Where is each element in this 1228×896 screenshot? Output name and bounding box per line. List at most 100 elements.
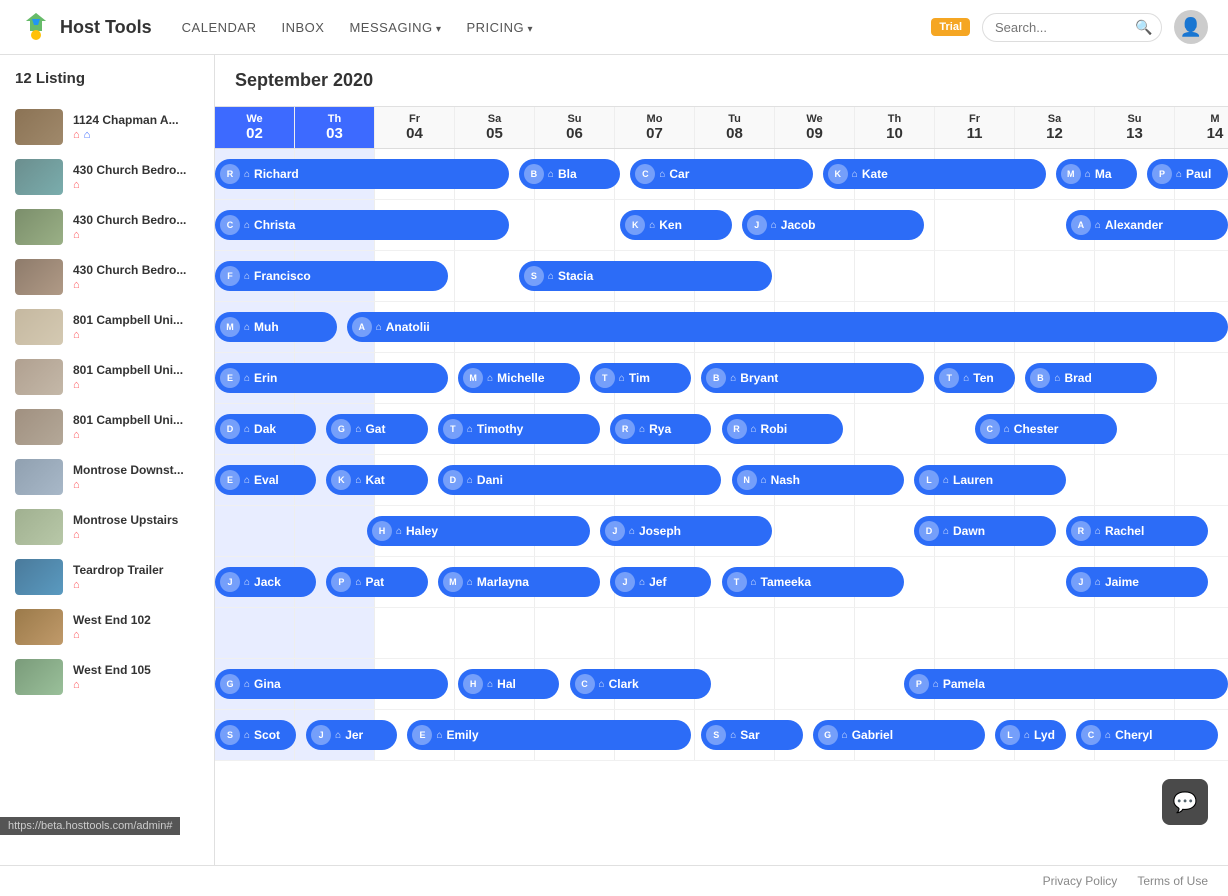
airbnb-icon: ⌂ <box>629 526 635 537</box>
booking-brad[interactable]: B ⌂ Brad <box>1025 363 1157 393</box>
nav-pricing[interactable]: PRICING <box>467 15 533 40</box>
booking-name: Ten <box>973 371 993 385</box>
booking-bla[interactable]: B ⌂ Bla <box>519 159 620 189</box>
booking-jack[interactable]: J ⌂ Jack <box>215 567 316 597</box>
day-col-sun2: Su 13 <box>1095 107 1175 148</box>
privacy-link[interactable]: Privacy Policy <box>1043 874 1118 888</box>
booking-ten[interactable]: T ⌂ Ten <box>934 363 1015 393</box>
search-box[interactable]: 🔍 <box>982 13 1162 42</box>
booking-gat[interactable]: G ⌂ Gat <box>326 414 427 444</box>
booking-robi[interactable]: R ⌂ Robi <box>722 414 844 444</box>
booking-alexander[interactable]: A ⌂ Alexander <box>1066 210 1228 240</box>
booking-scot[interactable]: S ⌂ Scot <box>215 720 296 750</box>
listing-item[interactable]: 801 Campbell Uni... ⌂ <box>0 302 214 352</box>
booking-kate[interactable]: K ⌂ Kate <box>823 159 1046 189</box>
listing-item[interactable]: West End 105 ⌂ <box>0 652 214 702</box>
booking-pat[interactable]: P ⌂ Pat <box>326 567 427 597</box>
booking-lyd[interactable]: L ⌂ Lyd <box>995 720 1066 750</box>
booking-name: Kat <box>365 473 384 487</box>
booking-gina[interactable]: G ⌂ Gina <box>215 669 448 699</box>
booking-christa[interactable]: C ⌂ Christa <box>215 210 509 240</box>
booking-jer[interactable]: J ⌂ Jer <box>306 720 397 750</box>
listing-icons: ⌂ <box>73 629 199 641</box>
listing-item[interactable]: 430 Church Bedro... ⌂ <box>0 252 214 302</box>
booking-hal[interactable]: H ⌂ Hal <box>458 669 559 699</box>
booking-tameeka[interactable]: T ⌂ Tameeka <box>722 567 904 597</box>
listing-icons: ⌂ <box>73 679 199 691</box>
logo[interactable]: Host Tools <box>20 11 152 43</box>
booking-dani[interactable]: D ⌂ Dani <box>438 465 722 495</box>
booking-joseph[interactable]: J ⌂ Joseph <box>600 516 772 546</box>
nav-calendar[interactable]: CALENDAR <box>182 15 257 40</box>
booking-gabriel[interactable]: G ⌂ Gabriel <box>813 720 985 750</box>
airbnb-icon: ⌂ <box>649 220 655 231</box>
listing-item[interactable]: West End 102 ⌂ <box>0 602 214 652</box>
booking-kat[interactable]: K ⌂ Kat <box>326 465 427 495</box>
calendar-row-4: M ⌂ Muh A ⌂ Anatolii <box>215 302 1228 353</box>
booking-name: Clark <box>609 677 639 691</box>
listing-thumb <box>15 559 63 595</box>
booking-emily[interactable]: E ⌂ Emily <box>407 720 691 750</box>
booking-dawn[interactable]: D ⌂ Dawn <box>914 516 1056 546</box>
booking-erin[interactable]: E ⌂ Erin <box>215 363 448 393</box>
booking-stacia[interactable]: S ⌂ Stacia <box>519 261 772 291</box>
booking-timothy[interactable]: T ⌂ Timothy <box>438 414 600 444</box>
booking-name: Gat <box>365 422 385 436</box>
avatar[interactable]: 👤 <box>1174 10 1208 44</box>
listing-item[interactable]: Montrose Upstairs ⌂ <box>0 502 214 552</box>
booking-name: Marlayna <box>477 575 529 589</box>
booking-sar[interactable]: S ⌂ Sar <box>701 720 802 750</box>
booking-marlayna[interactable]: M ⌂ Marlayna <box>438 567 600 597</box>
calendar-row-8: H ⌂ Haley J ⌂ Joseph D ⌂ Dawn <box>215 506 1228 557</box>
booking-clark[interactable]: C ⌂ Clark <box>570 669 712 699</box>
booking-michelle[interactable]: M ⌂ Michelle <box>458 363 580 393</box>
cell <box>855 251 935 301</box>
listing-info: 1124 Chapman A... ⌂ ⌂ <box>73 113 199 141</box>
booking-cheryl[interactable]: C ⌂ Cheryl <box>1076 720 1218 750</box>
listing-item[interactable]: 801 Campbell Uni... ⌂ <box>0 402 214 452</box>
listing-item[interactable]: 1124 Chapman A... ⌂ ⌂ <box>0 102 214 152</box>
listing-item[interactable]: 430 Church Bedro... ⌂ <box>0 202 214 252</box>
booking-eval[interactable]: E ⌂ Eval <box>215 465 316 495</box>
booking-francisco[interactable]: F ⌂ Francisco <box>215 261 448 291</box>
nav-inbox[interactable]: INBOX <box>281 15 324 40</box>
booking-tim[interactable]: T ⌂ Tim <box>590 363 691 393</box>
listing-item[interactable]: Teardrop Trailer ⌂ <box>0 552 214 602</box>
airbnb-icon: ⌂ <box>1105 730 1111 741</box>
booking-jaime[interactable]: J ⌂ Jaime <box>1066 567 1208 597</box>
booking-jef[interactable]: J ⌂ Jef <box>610 567 711 597</box>
airbnb-icon: ⌂ <box>963 373 969 384</box>
booking-rachel[interactable]: R ⌂ Rachel <box>1066 516 1208 546</box>
booking-chester[interactable]: C ⌂ Chester <box>975 414 1117 444</box>
listing-name: 801 Campbell Uni... <box>73 313 199 327</box>
terms-link[interactable]: Terms of Use <box>1137 874 1208 888</box>
booking-rya[interactable]: R ⌂ Rya <box>610 414 711 444</box>
booking-name: Stacia <box>558 269 593 283</box>
booking-nash[interactable]: N ⌂ Nash <box>732 465 904 495</box>
listing-item[interactable]: 430 Church Bedro... ⌂ <box>0 152 214 202</box>
booking-muh[interactable]: M ⌂ Muh <box>215 312 337 342</box>
chat-button[interactable]: 💬 <box>1162 779 1208 825</box>
booking-ma[interactable]: M ⌂ Ma <box>1056 159 1137 189</box>
nav-messaging[interactable]: MESSAGING <box>349 15 441 40</box>
day-num: 11 <box>935 125 1014 142</box>
listing-item[interactable]: 801 Campbell Uni... ⌂ <box>0 352 214 402</box>
listing-icons: ⌂ <box>73 279 199 291</box>
booking-lauren[interactable]: L ⌂ Lauren <box>914 465 1066 495</box>
booking-name: Lauren <box>953 473 993 487</box>
booking-jacob[interactable]: J ⌂ Jacob <box>742 210 924 240</box>
airbnb-icon: ⌂ <box>244 169 250 180</box>
booking-anatolii[interactable]: A ⌂ Anatolii <box>347 312 1228 342</box>
booking-haley[interactable]: H ⌂ Haley <box>367 516 590 546</box>
calendar-row-9: J ⌂ Jack P ⌂ Pat M ⌂ Marlayna <box>215 557 1228 608</box>
booking-bryant[interactable]: B ⌂ Bryant <box>701 363 924 393</box>
booking-dak[interactable]: D ⌂ Dak <box>215 414 316 444</box>
booking-pamela[interactable]: P ⌂ Pamela <box>904 669 1228 699</box>
booking-paul[interactable]: P ⌂ Paul <box>1147 159 1228 189</box>
booking-name: Tim <box>629 371 650 385</box>
search-input[interactable] <box>995 20 1135 35</box>
booking-richard[interactable]: R ⌂ Richard <box>215 159 509 189</box>
booking-car[interactable]: C ⌂ Car <box>630 159 812 189</box>
listing-item[interactable]: Montrose Downst... ⌂ <box>0 452 214 502</box>
booking-ken[interactable]: K ⌂ Ken <box>620 210 731 240</box>
